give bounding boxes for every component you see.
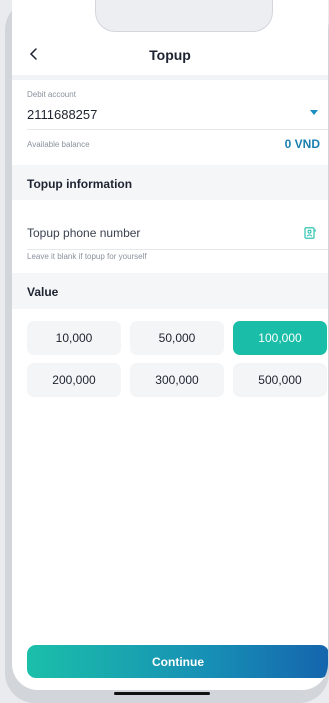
value-option[interactable]: 300,000 — [130, 363, 224, 397]
topup-info-title: Topup information — [27, 177, 133, 191]
dropdown-caret-icon[interactable] — [310, 110, 318, 116]
value-option[interactable]: 10,000 — [27, 321, 121, 355]
debit-account-select[interactable]: 2111688257 — [27, 107, 97, 122]
value-option[interactable]: 200,000 — [27, 363, 121, 397]
top-bar: Topup — [12, 38, 328, 72]
page-title: Topup — [149, 47, 191, 63]
topup-phone-input[interactable] — [27, 226, 317, 240]
phone-frame: Topup Debit account 2111688257 Available… — [5, 0, 329, 703]
header-divider — [12, 75, 328, 80]
value-options-grid: 10,000 50,000 100,000 200,000 300,000 50… — [27, 321, 327, 397]
value-option[interactable]: 500,000 — [233, 363, 327, 397]
home-indicator — [114, 692, 210, 695]
value-section-header: Value — [12, 273, 328, 309]
phone-hint: Leave it blank if topup for yourself — [27, 252, 147, 261]
app-screen: Topup Debit account 2111688257 Available… — [12, 0, 328, 690]
debit-divider — [27, 129, 328, 130]
value-title: Value — [27, 285, 59, 299]
device-notch — [95, 0, 273, 32]
debit-account-label: Debit account — [27, 90, 76, 99]
value-option[interactable]: 50,000 — [130, 321, 224, 355]
available-balance-value: 0 VND — [284, 137, 320, 151]
continue-button[interactable]: Continue — [27, 645, 328, 678]
topup-info-section-header: Topup information — [12, 165, 328, 200]
phone-underline — [27, 249, 328, 250]
contact-book-icon[interactable] — [304, 227, 316, 239]
value-option-selected[interactable]: 100,000 — [233, 321, 327, 355]
available-balance-label: Available balance — [27, 140, 90, 149]
